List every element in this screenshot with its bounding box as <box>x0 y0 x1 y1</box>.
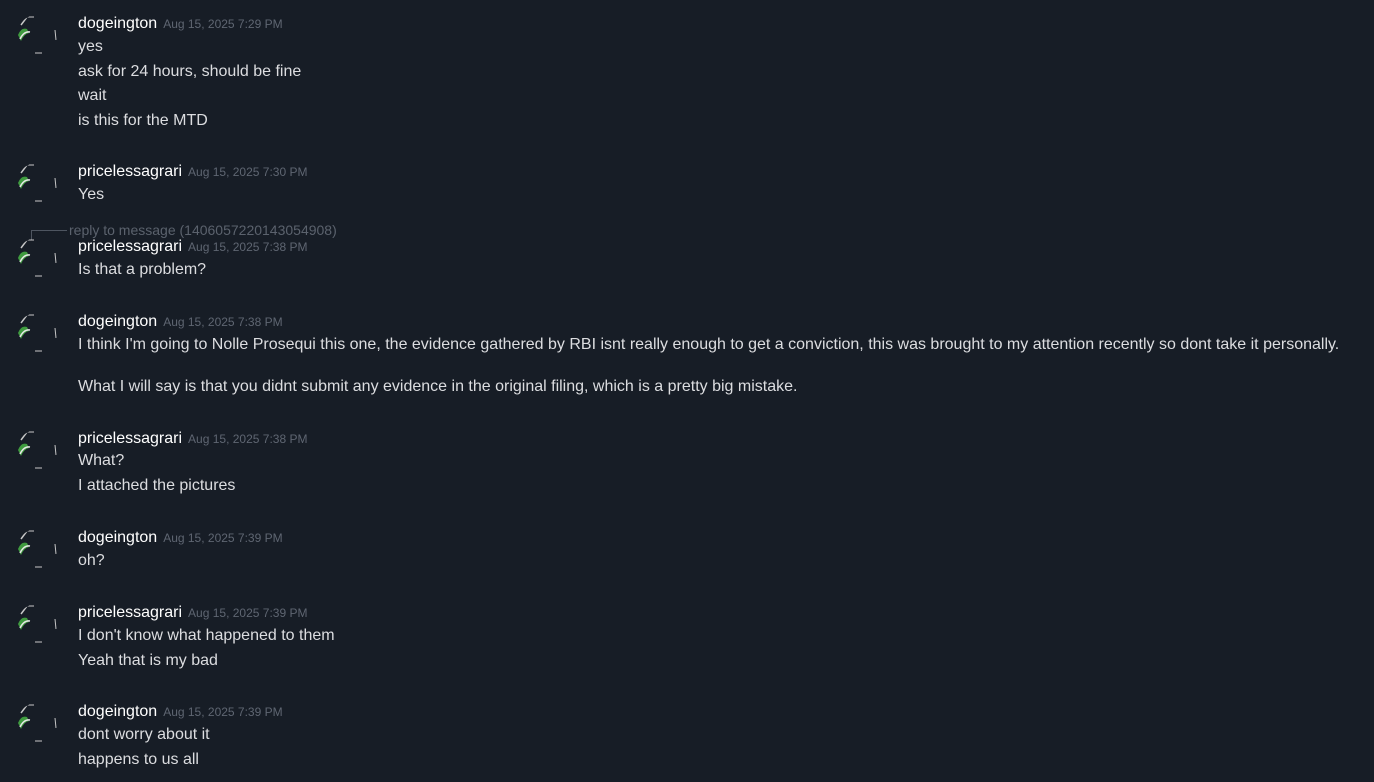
broken-image-icon <box>18 431 57 469</box>
timestamp: Aug 15, 2025 7:39 PM <box>188 606 308 620</box>
avatar[interactable] <box>17 604 57 644</box>
avatar[interactable] <box>17 529 57 569</box>
author-name[interactable]: dogeington <box>78 703 157 720</box>
author-name[interactable]: pricelessagrari <box>78 430 182 447</box>
message-text: Yeah that is my bad <box>78 651 218 669</box>
avatar[interactable] <box>17 430 57 470</box>
message-text: I think I'm going to Nolle Prosequi this… <box>78 336 1340 353</box>
message-text: Yes <box>78 186 105 203</box>
broken-image-icon <box>18 605 57 643</box>
timestamp: Aug 15, 2025 7:30 PM <box>188 165 308 179</box>
message-text: ask for 24 hours, should be fine <box>78 62 302 80</box>
reply-text: reply to message (1406057220143054908) <box>69 222 337 238</box>
message-text: What I will say is that you didnt submit… <box>78 377 798 395</box>
message-text: happens to us all <box>78 750 199 768</box>
timestamp: Aug 15, 2025 7:39 PM <box>163 705 283 719</box>
broken-image-icon <box>18 704 57 742</box>
author-name[interactable]: dogeington <box>78 313 157 330</box>
avatar[interactable] <box>17 313 57 353</box>
avatar[interactable] <box>17 238 57 278</box>
message-text: dont worry about it <box>78 726 210 743</box>
message-text: wait <box>78 87 107 104</box>
broken-image-icon <box>18 239 57 277</box>
broken-image-icon <box>18 314 57 352</box>
author-name[interactable]: pricelessagrari <box>78 238 182 255</box>
message-text: is this for the MTD <box>78 111 208 129</box>
avatar[interactable] <box>17 703 57 743</box>
timestamp: Aug 15, 2025 7:39 PM <box>163 531 283 545</box>
timestamp: Aug 15, 2025 7:38 PM <box>163 315 283 329</box>
broken-image-icon <box>18 16 57 54</box>
author-name[interactable]: pricelessagrari <box>78 604 182 621</box>
avatar[interactable] <box>17 163 57 203</box>
author-name[interactable]: pricelessagrari <box>78 163 182 180</box>
message-text: yes <box>78 38 103 55</box>
author-name[interactable]: dogeington <box>78 529 157 546</box>
message-text: What? <box>78 452 125 469</box>
message-text: I don't know what happened to them <box>78 627 335 644</box>
timestamp: Aug 15, 2025 7:29 PM <box>163 17 283 31</box>
author-name[interactable]: dogeington <box>78 15 157 32</box>
broken-image-icon <box>18 164 57 202</box>
message-text: Is that a problem? <box>78 261 207 278</box>
message-list: dogeington Aug 15, 2025 7:29 PM yes ask f… <box>0 0 1374 782</box>
timestamp: Aug 15, 2025 7:38 PM <box>188 240 308 254</box>
message-text: I attached the pictures <box>78 476 236 494</box>
broken-image-icon <box>18 530 57 568</box>
timestamp: Aug 15, 2025 7:38 PM <box>188 432 308 446</box>
message-text: oh? <box>78 552 105 569</box>
avatar[interactable] <box>17 15 57 55</box>
